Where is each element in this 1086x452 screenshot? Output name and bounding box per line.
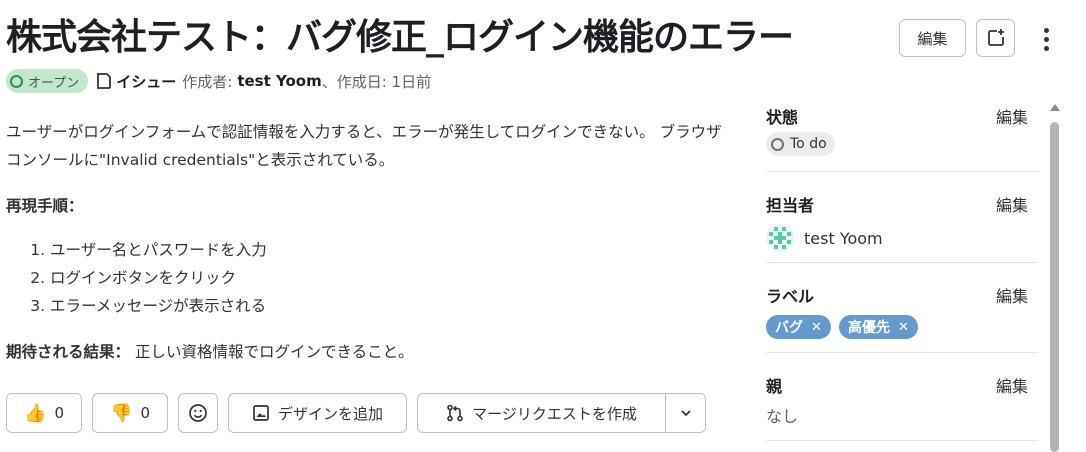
add-design-button[interactable]: デザインを追加 — [228, 393, 407, 433]
status-badge-todo: To do — [766, 132, 835, 156]
new-related-issue-button[interactable] — [976, 19, 1015, 57]
assignee-name: test Yoom — [804, 228, 883, 248]
issue-actions: 👍 0 👎 0 デザインを追加 マージリクエストを作成 — [6, 393, 706, 433]
status-badge: オープン — [6, 69, 89, 93]
steps-heading: 再現手順： — [6, 197, 84, 215]
thumbs-down-icon: 👎 — [110, 402, 133, 424]
create-merge-request-button[interactable]: マージリクエストを作成 — [417, 393, 666, 433]
issue-sidebar: 状態 編集 To do 担当者 編集 test Yoom ラベル 編集 バグ ✕… — [766, 98, 1038, 441]
edit-parent-button[interactable]: 編集 — [996, 373, 1028, 397]
issue-description: ユーザーがログインフォームで認証情報を入力すると、エラーが発生してログインできな… — [6, 118, 736, 366]
steps-list: ユーザー名とパスワードを入力 ログインボタンをクリック エラーメッセージが表示さ… — [6, 236, 736, 320]
page-title: 株式会社テスト：バグ修正_ログイン機能のエラー — [6, 17, 794, 58]
smiley-icon — [189, 404, 207, 422]
edit-labels-button[interactable]: 編集 — [996, 283, 1028, 307]
list-item: ユーザー名とパスワードを入力 — [50, 236, 736, 264]
thumbs-down-button[interactable]: 👎 0 — [92, 393, 168, 433]
avatar — [766, 224, 794, 252]
author-prefix: 作成者: — [182, 72, 233, 91]
scrollbar-thumb[interactable] — [1050, 122, 1059, 452]
label-badge[interactable]: 高優先 ✕ — [839, 315, 918, 339]
open-status-icon — [10, 74, 23, 88]
status-section: 状態 編集 To do — [766, 98, 1038, 172]
thumbs-up-icon: 👍 — [24, 402, 47, 424]
issue-meta: オープン イシュー 作成者: test Yoom 、作成日: 1日前 — [6, 68, 431, 94]
scroll-up-arrow-icon[interactable] — [1050, 104, 1060, 111]
parent-value: なし — [766, 407, 799, 426]
assignee[interactable]: test Yoom — [766, 224, 1038, 252]
create-mr-dropdown-toggle[interactable] — [666, 393, 706, 433]
list-item: エラーメッセージが表示される — [50, 292, 736, 320]
kebab-icon — [1043, 27, 1049, 33]
new-issue-icon — [987, 29, 1004, 46]
labels-list: バグ ✕ 高優先 ✕ — [766, 315, 1038, 339]
label-badge[interactable]: バグ ✕ — [766, 315, 831, 339]
labels-section: ラベル 編集 バグ ✕ 高優先 ✕ — [766, 263, 1038, 353]
create-mr-split-button: マージリクエストを作成 — [417, 393, 706, 433]
merge-request-icon — [447, 404, 463, 422]
add-reaction-button[interactable] — [178, 393, 218, 433]
edit-assignee-button[interactable]: 編集 — [996, 192, 1028, 216]
edit-button[interactable]: 編集 — [899, 19, 966, 57]
edit-status-button[interactable]: 編集 — [996, 104, 1028, 128]
close-icon[interactable]: ✕ — [811, 320, 822, 335]
parent-section: 親 編集 なし — [766, 353, 1038, 441]
image-icon — [253, 405, 269, 421]
assignee-section: 担当者 編集 test Yoom — [766, 172, 1038, 263]
close-icon[interactable]: ✕ — [898, 320, 909, 335]
author-link[interactable]: test Yoom — [237, 72, 321, 90]
issue-type-icon — [97, 73, 112, 89]
more-actions-button[interactable] — [1033, 24, 1059, 54]
sidebar-scrollbar[interactable] — [1047, 100, 1061, 452]
created-date: 、作成日: 1日前 — [321, 72, 432, 91]
todo-status-icon — [771, 137, 784, 151]
chevron-down-icon — [680, 410, 691, 417]
list-item: ログインボタンをクリック — [50, 264, 736, 292]
issue-type: イシュー — [116, 72, 177, 91]
description-paragraph: ユーザーがログインフォームで認証情報を入力すると、エラーが発生してログインできな… — [6, 123, 722, 169]
expected-result: 期待される結果： 正しい資格情報でログインできること。 — [6, 343, 414, 361]
thumbs-up-button[interactable]: 👍 0 — [6, 393, 82, 433]
